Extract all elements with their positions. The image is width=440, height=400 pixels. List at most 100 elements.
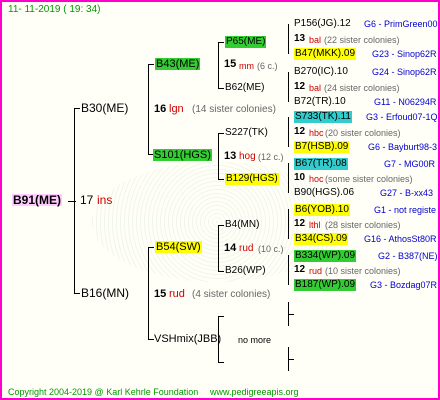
father-number: 16 — [154, 103, 167, 115]
gen4-generation: G24 - Sinop62R — [372, 67, 437, 77]
gen4-queen: B47(MKK).09 — [294, 48, 357, 60]
gen4-sisters: (28 sister colonies) — [325, 220, 401, 230]
connector — [218, 225, 224, 226]
connector — [218, 179, 224, 180]
b54-sisters: (10 c.) — [258, 244, 284, 254]
gen4-sisters: (10 sister colonies) — [325, 266, 401, 276]
b4-queen: B4(MN) — [225, 219, 260, 230]
connector — [288, 163, 289, 193]
father-queen: B30(ME) — [81, 101, 129, 115]
gen4-generation: G16 - AthosSt80R — [364, 234, 437, 244]
date-stamp: 11- 11-2019 ( 19: 34) — [8, 4, 101, 15]
b129-queen: B129(HGS) — [225, 173, 279, 185]
gen4-generation: G7 - MG00R — [384, 159, 436, 169]
gen4-number: 12 — [294, 264, 306, 275]
connector — [148, 247, 149, 339]
connector — [148, 64, 154, 65]
b54-suffix: rud — [239, 243, 254, 254]
p65-queen: P65(ME) — [225, 36, 267, 48]
connector — [288, 209, 289, 239]
connector — [288, 314, 294, 315]
b43-queen: B43(ME) — [155, 58, 201, 70]
gen4-queen: B187(WP).09 — [294, 279, 357, 291]
b26-queen: B26(WP) — [225, 265, 266, 276]
gen4-suffix: bal — [309, 35, 322, 45]
vsh-no-more: no more — [238, 335, 272, 345]
s227-queen: S227(TK) — [225, 127, 268, 138]
father-suffix: lgn — [169, 103, 184, 115]
root-queen: B91(ME) — [12, 193, 63, 207]
gen4-generation: G3 - Erfoud07-1Q — [366, 112, 438, 122]
connector — [288, 255, 289, 285]
connector — [218, 225, 219, 271]
connector — [288, 117, 289, 147]
gen4-queen: P156(JG).12 — [294, 18, 351, 29]
gen4-sisters: (some sister colonies) — [325, 174, 413, 184]
mother-sisters: (4 sister colonies) — [192, 289, 271, 300]
gen4-number: 10 — [294, 172, 306, 183]
gen4-generation: G1 - not registe — [374, 205, 437, 215]
connector — [218, 316, 224, 317]
gen4-generation: G6 - PrimGreen00 — [364, 19, 438, 29]
connector — [288, 359, 294, 360]
connector — [218, 88, 224, 89]
connector — [218, 362, 224, 363]
gen4-generation: G3 - Bozdag07R — [370, 280, 438, 290]
connector — [288, 72, 289, 102]
connector — [218, 271, 224, 272]
connector — [74, 108, 75, 294]
father-sisters: (14 sister colonies) — [192, 104, 276, 115]
gen4-queen: B90(HGS).06 — [294, 187, 355, 198]
gen4-sisters: (20 sister colonies) — [325, 128, 401, 138]
gen4-queen: B6(YOB).10 — [294, 204, 350, 216]
gen4-sisters: (24 sister colonies) — [324, 83, 400, 93]
gen4-generation: G2 - B387(NE) — [378, 251, 438, 261]
gen4-queen: B67(TR).08 — [294, 158, 348, 170]
root-number: 17 — [80, 193, 94, 207]
b62-queen: B62(ME) — [225, 82, 265, 93]
connector — [218, 42, 219, 88]
gen4-generation: G6 - Bayburt98-3 — [368, 142, 438, 152]
gen4-queen: B7(HSB).09 — [294, 141, 350, 153]
connector — [148, 247, 154, 248]
gen4-number: 12 — [294, 81, 306, 92]
b54-number: 14 — [224, 242, 237, 254]
b43-suffix: mm — [239, 61, 254, 71]
gen4-number: 12 — [294, 218, 306, 229]
connector — [218, 316, 219, 362]
s101-suffix: hog — [239, 151, 256, 162]
gen4-generation: G27 - B-xx43 — [380, 188, 434, 198]
gen4-queen: B34(CS).09 — [294, 233, 349, 245]
s101-number: 13 — [224, 150, 237, 162]
mother-number: 15 — [154, 288, 167, 300]
gen4-suffix: hoc — [309, 174, 324, 184]
b54-queen: B54(SW) — [155, 241, 202, 253]
gen4-queen: B334(WP).09 — [294, 250, 357, 262]
gen4-generation: G11 - N06294R — [374, 97, 437, 107]
gen4-sisters: (22 sister colonies) — [324, 35, 400, 45]
gen4-queen: B270(IC).10 — [294, 66, 348, 77]
copyright-text: Copyright 2004-2019 @ Karl Kehrle Founda… — [8, 387, 199, 397]
website-link[interactable]: www.pedigreeapis.org — [210, 386, 299, 398]
gen4-queen: S733(TK).11 — [294, 111, 352, 123]
s101-sisters: (12 c.) — [258, 152, 284, 162]
mother-queen: B16(MN) — [81, 286, 130, 300]
root-suffix: ins — [97, 193, 113, 207]
b43-sisters: (6 c.) — [257, 61, 278, 71]
gen4-suffix: hbc — [309, 128, 324, 138]
connector — [218, 133, 224, 134]
gen4-queen: B72(TR).10 — [294, 96, 346, 107]
gen4-number: 12 — [294, 126, 306, 137]
gen4-suffix: bal — [309, 83, 322, 93]
connector — [148, 64, 149, 154]
gen4-generation: G23 - Sinop62R — [372, 49, 437, 59]
mother-suffix: rud — [169, 288, 185, 300]
gen4-suffix: lthl — [309, 220, 321, 230]
connector — [218, 42, 224, 43]
b43-number: 15 — [224, 58, 237, 70]
pedigree-frame: 11- 11-2019 ( 19: 34) B91(ME) 17 ins B30… — [0, 0, 440, 400]
connector — [74, 293, 80, 294]
gen4-number: 13 — [294, 33, 306, 44]
gen4-suffix: rud — [309, 266, 323, 276]
vsh-queen: VSHmix(JBB) — [154, 333, 222, 345]
